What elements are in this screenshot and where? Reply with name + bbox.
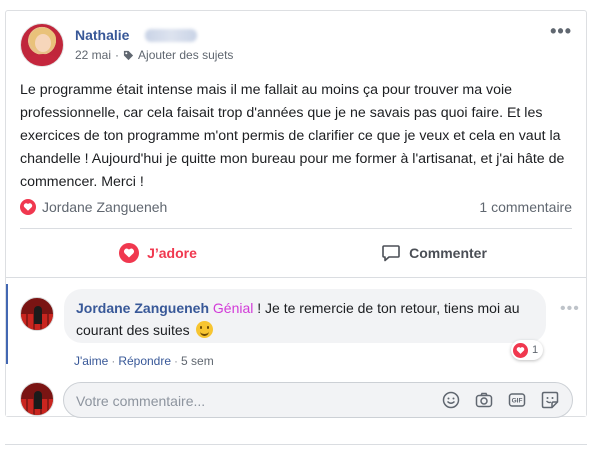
author-name[interactable]: Nathalie xyxy=(75,27,129,43)
like-comment-link[interactable]: J'aime xyxy=(74,354,108,368)
comment-button[interactable]: Commenter xyxy=(296,233,572,273)
meta-separator: · xyxy=(115,48,120,62)
comment-bubble: Jordane Zangueneh Génial ! Je te remerci… xyxy=(64,289,546,343)
emoji-icon[interactable] xyxy=(441,390,461,410)
post-header: Nathalie 22 mai · Ajouter des sujets ••• xyxy=(20,22,572,69)
commenter-name[interactable]: Jordane Zangueneh xyxy=(76,300,209,316)
comment-actions: J'aime · Répondre · 5 sem xyxy=(74,354,214,368)
comment-reaction-count: 1 xyxy=(532,344,539,356)
tag-icon xyxy=(123,50,134,60)
composer-icons: GIF xyxy=(441,390,560,410)
current-user-avatar[interactable] xyxy=(20,382,54,416)
comment-button-label: Commenter xyxy=(409,245,487,261)
post-date[interactable]: 22 mai xyxy=(75,48,111,62)
reaction-names[interactable]: Jordane Zangueneh xyxy=(42,199,167,215)
svg-text:GIF: GIF xyxy=(512,398,523,405)
post-text: Le programme était intense mais il me fa… xyxy=(20,82,565,190)
comment-composer: GIF xyxy=(63,382,573,418)
smiley-emoji-icon xyxy=(195,321,213,338)
next-post-divider xyxy=(5,444,587,445)
comment-mention[interactable]: Génial xyxy=(213,300,253,316)
sticker-icon[interactable] xyxy=(540,390,560,410)
blurred-last-name xyxy=(145,29,197,42)
comment-reaction-badge[interactable]: 1 xyxy=(511,340,544,360)
comment-bubble-icon xyxy=(382,245,400,262)
post-card: Nathalie 22 mai · Ajouter des sujets •••… xyxy=(5,10,587,418)
reactions-summary: Jordane Zangueneh 1 commentaire xyxy=(20,195,572,217)
love-reaction-icon[interactable] xyxy=(20,199,36,215)
author-avatar[interactable] xyxy=(20,23,64,67)
comment-highlight-bar xyxy=(6,284,8,364)
post-actions: J’adore Commenter xyxy=(20,233,572,273)
comment-more-icon[interactable]: ••• xyxy=(560,301,580,317)
reply-link[interactable]: Répondre xyxy=(118,354,171,368)
comments-section: Jordane Zangueneh Génial ! Je te remerci… xyxy=(6,278,586,418)
divider xyxy=(20,228,572,229)
love-button-label: J’adore xyxy=(147,245,197,261)
post-meta: 22 mai · Ajouter des sujets xyxy=(75,48,233,62)
more-options-icon[interactable]: ••• xyxy=(550,22,572,40)
heart-icon xyxy=(119,243,140,263)
comment-input[interactable] xyxy=(76,391,436,411)
add-topics-link[interactable]: Ajouter des sujets xyxy=(138,48,233,62)
love-button[interactable]: J’adore xyxy=(20,233,296,273)
gif-icon[interactable]: GIF xyxy=(507,390,527,410)
camera-icon[interactable] xyxy=(474,390,494,410)
comment-count[interactable]: 1 commentaire xyxy=(479,199,572,215)
love-reaction-icon xyxy=(513,342,528,358)
comment-time[interactable]: 5 sem xyxy=(181,354,214,368)
commenter-avatar[interactable] xyxy=(20,297,54,331)
